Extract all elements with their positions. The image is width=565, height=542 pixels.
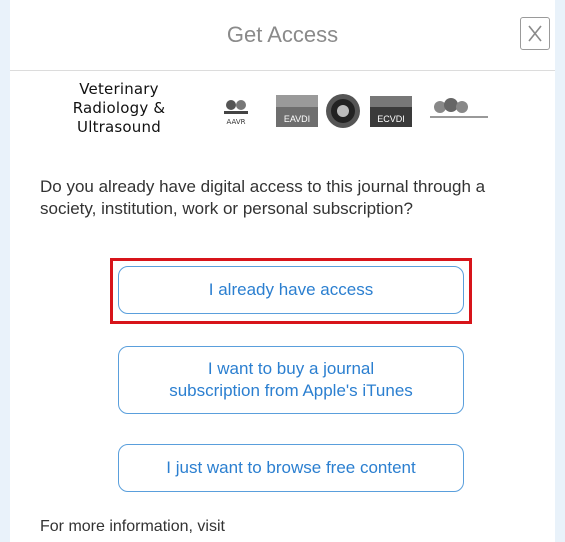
journal-name-line: Veterinary [79,80,159,98]
buy-button-label-line: I want to buy a journal [207,359,375,378]
eavdi-logo-text: EAVDI [284,114,310,124]
aavr-logo: AAVR [224,100,248,126]
society-logos: AAVR EAVDI ECVDI [218,93,508,129]
organisation-crest-logo [430,98,488,118]
access-question: Do you already have digital access to th… [40,177,486,218]
dialog-title: Get Access [226,22,339,47]
journal-name-line: Radiology & [72,99,166,117]
browse-free-content-button[interactable]: I just want to browse free content [118,444,464,492]
buy-button-label-line: subscription from Apple's iTunes [169,381,413,400]
dialog-header: Get Access [10,0,555,71]
more-info-text: For more information, visit [40,518,225,535]
ecvdi-logo: ECVDI [370,96,412,127]
already-have-access-button[interactable]: I already have access [118,266,464,314]
close-icon [528,25,542,42]
get-access-dialog: Get Access Veterinary Radiology & Ultras… [10,0,555,542]
close-button[interactable] [520,17,550,50]
eavdi-logo: EAVDI [276,95,318,127]
ecvdi-logo-text: ECVDI [377,114,405,124]
journal-name-line: Ultrasound [77,118,161,136]
aavr-logo-text: AAVR [227,118,246,126]
journal-logo: Veterinary Radiology & Ultrasound [54,80,184,137]
buy-subscription-button[interactable]: I want to buy a journal subscription fro… [118,346,464,414]
society-emblem-logo [326,94,360,128]
